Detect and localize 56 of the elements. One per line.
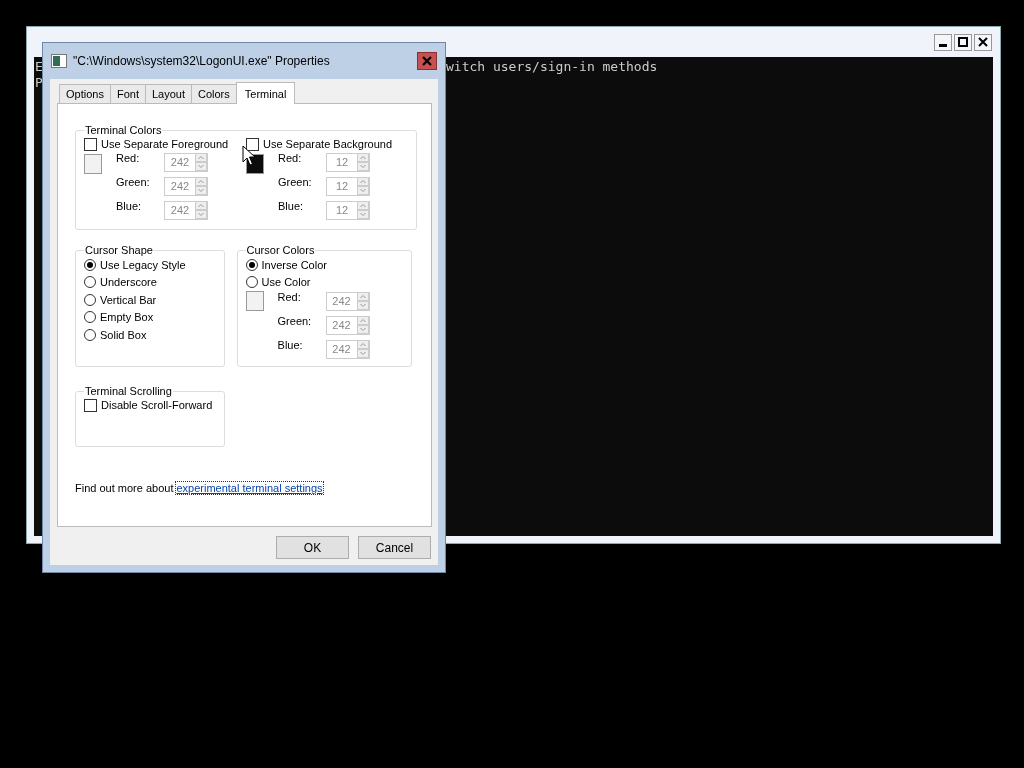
- terminal-text: P: [35, 75, 44, 91]
- radio-label: Use Color: [261, 276, 311, 289]
- checkbox[interactable]: [84, 398, 97, 412]
- radio-button[interactable]: [245, 276, 258, 289]
- color-swatch: [84, 154, 102, 174]
- radio-label: Empty Box: [100, 311, 154, 324]
- cancel-button[interactable]: Cancel: [358, 536, 431, 559]
- close-icon: [977, 36, 989, 48]
- tab[interactable]: Terminal: [235, 82, 296, 104]
- field-label: Red:: [277, 291, 302, 303]
- group-title: Terminal Colors: [84, 124, 163, 136]
- group-title: Cursor Shape: [84, 244, 154, 256]
- terminal-text: witch users/sign-in methods: [446, 59, 658, 75]
- footer-text: Find out more about: [75, 482, 174, 494]
- radio-label: Use Legacy Style: [100, 258, 186, 271]
- radio-button[interactable]: [84, 328, 96, 341]
- close-button[interactable]: [974, 33, 992, 51]
- close-icon: [422, 56, 432, 66]
- mouse-pointer-icon: [242, 145, 256, 167]
- field-label: Green:: [278, 176, 313, 188]
- field-label: Red:: [116, 152, 141, 164]
- checkbox-label: Disable Scroll-Forward: [101, 399, 213, 411]
- minimize-button[interactable]: [934, 33, 952, 51]
- radio-button[interactable]: [245, 258, 258, 271]
- radio-button[interactable]: [84, 311, 96, 324]
- radio-button[interactable]: [84, 276, 96, 289]
- group-title: Cursor Colors: [245, 244, 316, 256]
- tab[interactable]: Font: [109, 84, 146, 103]
- field-label: Blue:: [278, 200, 305, 212]
- field-label: Blue:: [116, 200, 143, 212]
- tab[interactable]: Colors: [190, 84, 237, 103]
- radio-label: Solid Box: [100, 328, 147, 341]
- field-label: Red:: [278, 152, 303, 164]
- checkbox-label: Use Separate Foreground: [101, 138, 229, 150]
- maximize-button[interactable]: [954, 33, 972, 51]
- window-title: "C:\Windows\system32\LogonUI.exe" Properties: [73, 54, 331, 68]
- radio-label: Underscore: [100, 276, 157, 289]
- settings-link[interactable]: experimental terminal settings: [176, 482, 323, 494]
- checkbox[interactable]: [84, 137, 97, 151]
- field-label: Blue:: [277, 339, 304, 351]
- tab[interactable]: Options: [59, 84, 111, 103]
- maximize-icon: [957, 36, 969, 48]
- checkbox-label: Use Separate Background: [263, 138, 393, 150]
- field-label: Green:: [277, 315, 313, 327]
- terminal-text: E: [35, 59, 44, 75]
- minimize-icon: [939, 44, 947, 47]
- radio-button[interactable]: [84, 258, 96, 271]
- radio-button[interactable]: [84, 293, 96, 306]
- field-label: Green:: [116, 176, 151, 188]
- radio-label: Inverse Color: [261, 258, 327, 271]
- ok-button[interactable]: OK: [276, 536, 349, 559]
- color-swatch: [245, 291, 264, 311]
- radio-label: Vertical Bar: [100, 293, 157, 306]
- console-icon: [51, 54, 67, 68]
- tab[interactable]: Layout: [144, 84, 192, 103]
- group-title: Terminal Scrolling: [84, 385, 173, 397]
